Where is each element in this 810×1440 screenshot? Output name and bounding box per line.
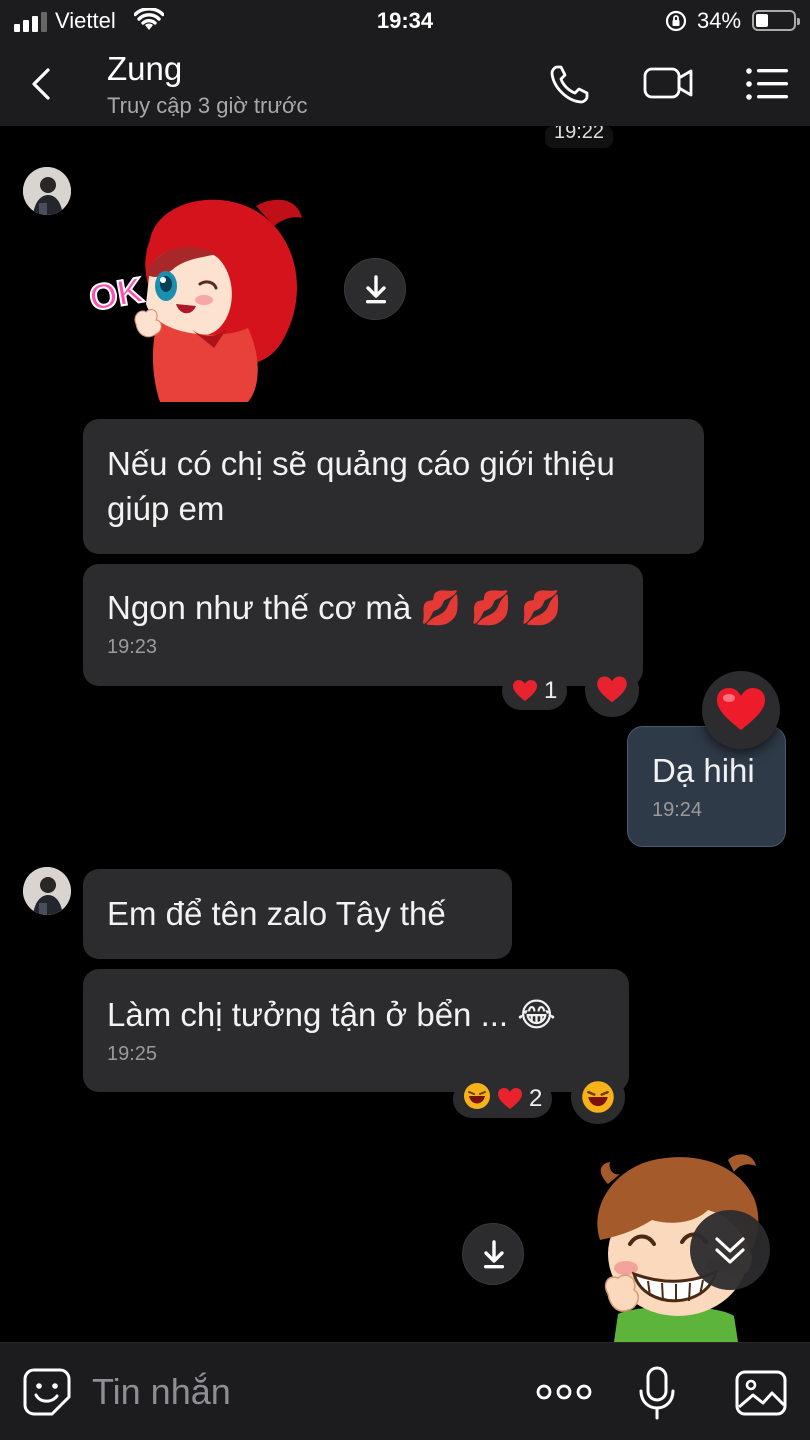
message-text: Dạ hihi [652,752,755,789]
phone-icon[interactable] [548,62,592,106]
react-button[interactable] [571,1070,625,1124]
battery-icon [752,10,800,31]
message-text: giúp em [107,490,225,527]
chat-header: Zung Truy cập 3 giờ trước [0,42,810,126]
battery-level [756,14,768,27]
download-button[interactable] [462,1223,524,1285]
video-call-icon[interactable] [642,62,694,104]
heart-icon [513,680,537,701]
heart-icon [717,688,765,730]
scroll-to-bottom-button[interactable] [690,1210,770,1290]
message-time: 19:24 [652,799,703,821]
contact-avatar[interactable] [23,167,71,215]
message-input[interactable] [92,1365,512,1419]
back-icon[interactable] [22,62,62,106]
more-icon[interactable] [535,1377,593,1407]
reaction-count: 2 [529,1085,543,1112]
message-bubble[interactable]: Ngon như thế cơ mà 💋 💋 💋 19:23 [83,564,643,686]
reaction-summary[interactable]: 1 [502,672,568,710]
message-list[interactable]: 19:22 OK Nếu có chị sẽ quảng cáo giới th… [0,126,810,1342]
svg-text:OK: OK [88,269,146,319]
status-bar: Viettel 19:34 34% [0,0,810,42]
image-icon[interactable] [734,1369,788,1417]
sticker-icon[interactable] [22,1367,72,1417]
contact-last-seen: Truy cập 3 giờ trước [107,93,308,118]
message-text: Nếu có chị sẽ quảng cáo giới thiệu [107,445,615,482]
message-text: Làm chị tưởng tận ở bển ... 😂 [107,996,556,1033]
reaction-summary[interactable]: 2 [453,1080,553,1118]
message-text: Em để tên zalo Tây thế [107,895,446,932]
menu-icon[interactable] [744,62,790,106]
contact-name[interactable]: Zung [107,50,182,88]
message-bubble[interactable]: Nếu có chị sẽ quảng cáo giới thiệu giúp … [83,419,704,554]
heart-icon [498,1088,522,1109]
message-time: 19:25 [107,1043,158,1065]
microphone-icon[interactable] [636,1365,678,1421]
orientation-lock-icon [665,10,687,32]
reaction-count: 1 [544,677,558,704]
message-time: 19:23 [107,636,158,658]
message-text: Ngon như thế cơ mà 💋 💋 💋 [107,589,562,626]
ok-sticker[interactable]: OK [88,188,310,406]
message-bubble[interactable]: Làm chị tưởng tận ở bển ... 😂 19:25 [83,969,629,1092]
contact-avatar[interactable] [23,867,71,915]
message-timestamp: 19:22 [545,126,613,148]
my-message-bubble[interactable]: Dạ hihi 19:24 [627,726,786,847]
double-chevron-down-icon [715,1237,745,1264]
heart-reaction[interactable] [702,671,780,749]
laughing-emoji-icon [463,1082,491,1117]
clock: 19:34 [376,8,434,33]
download-icon [484,1240,504,1269]
download-button[interactable] [344,258,406,320]
heart-icon [597,676,627,703]
message-input-bar [0,1342,810,1440]
battery-percent: 34% [697,8,742,33]
message-bubble[interactable]: Em để tên zalo Tây thế [83,869,512,959]
download-icon [366,275,386,304]
laughing-emoji-icon [582,1081,614,1113]
react-button[interactable] [585,663,639,717]
